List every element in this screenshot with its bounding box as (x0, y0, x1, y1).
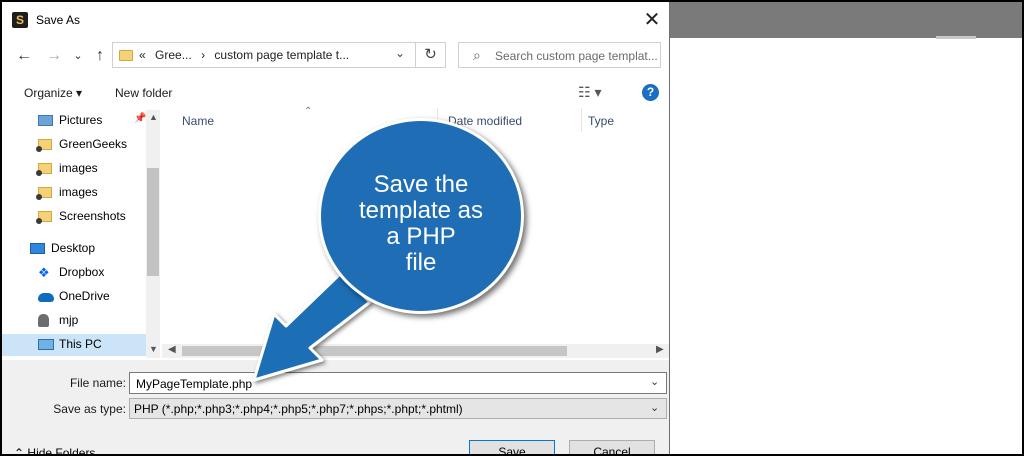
background-editor-mark (936, 36, 976, 39)
callout-line: file (405, 249, 437, 276)
background-editor-toolbar (670, 2, 1022, 38)
callout-line: a PHP (386, 223, 456, 250)
callout-line: template as (358, 197, 484, 224)
callout-text: Save the template as a PHP file (318, 172, 524, 276)
screenshot-frame: S Save As ✕ ← → ⌄ ↑ « Gree... › custom p… (0, 0, 1024, 456)
callout-line: Save the (373, 171, 469, 198)
background-editor (670, 2, 1022, 454)
